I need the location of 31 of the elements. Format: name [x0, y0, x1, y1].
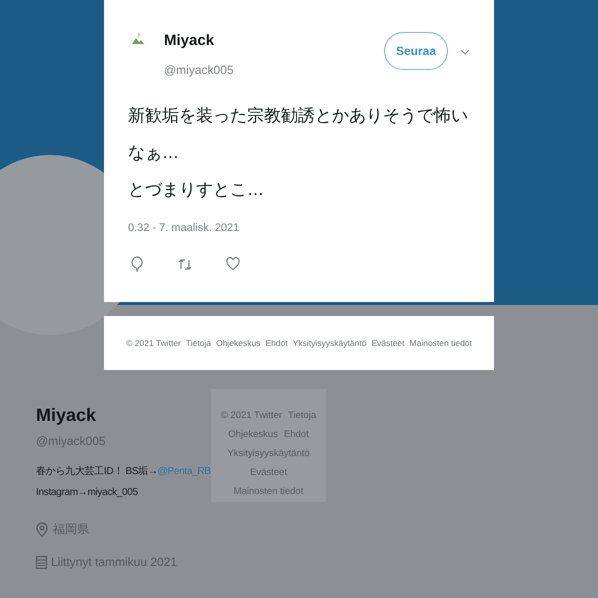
footer-link[interactable]: Tietoja: [288, 409, 316, 422]
join-date: Liittynyt tammikuu 2021: [51, 554, 178, 571]
calendar-icon: [36, 555, 47, 569]
footer-link[interactable]: Ohjekeskus: [216, 336, 261, 350]
footer-link[interactable]: © 2021 Twitter: [220, 409, 282, 422]
author-name[interactable]: Miyack: [164, 30, 234, 52]
tweet-timestamp[interactable]: 0.32 - 7. maalisk. 2021: [128, 220, 470, 236]
footer-link[interactable]: Ohjekeskus: [228, 428, 278, 441]
bio-text: Instagram→miyack_005: [36, 486, 139, 500]
footer-link[interactable]: Mainosten tiedot: [234, 485, 304, 498]
footer-link[interactable]: Mainosten tiedot: [410, 336, 472, 350]
footer-link[interactable]: © 2021 Twitter: [126, 336, 181, 350]
tweet-text: 新歓垢を装った宗教勧誘とかありそうで怖いなぁ… とづまりすとこ…: [128, 104, 469, 200]
footer-link[interactable]: Ehdot: [284, 428, 309, 441]
footer-link[interactable]: Yksityisyyskäytäntö: [227, 447, 310, 460]
reply-icon[interactable]: [131, 256, 144, 272]
profile-location: 福岡県: [53, 521, 89, 538]
heart-icon[interactable]: [226, 257, 240, 271]
footer-link[interactable]: Evästeet: [250, 466, 287, 479]
footer-link[interactable]: Evästeet: [371, 336, 405, 350]
follow-button[interactable]: Seuraa: [384, 32, 448, 70]
footer-link[interactable]: Ehdot: [266, 336, 288, 350]
footer-link[interactable]: Tietoja: [186, 336, 212, 350]
retweet-icon[interactable]: [178, 258, 192, 270]
profile-name: Miyack: [36, 404, 98, 426]
footer-link[interactable]: Yksityisyyskäytäntö: [292, 336, 366, 350]
broken-image-icon: [130, 30, 146, 46]
bio-text: 春から九大芸工ID！ BS垢→@Penta_RB: [36, 464, 208, 479]
author-handle[interactable]: @miyack005: [164, 60, 234, 78]
location-icon: [36, 522, 48, 536]
caret-icon[interactable]: [460, 49, 470, 55]
